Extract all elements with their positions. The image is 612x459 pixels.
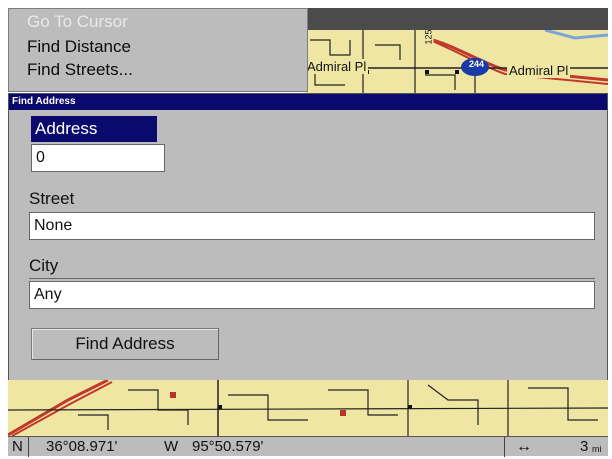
city-divider [29,278,595,279]
gps-screen: Admiral Pl Admiral Pl 244 125 Go To Curs… [0,0,612,459]
street-map-graphic [8,380,608,436]
street-input[interactable]: None [29,212,595,240]
scale-unit: mi [592,444,602,454]
scale-value: 3 [580,438,589,455]
menu-item-find-distance[interactable]: Find Distance [27,37,131,57]
map-street-label: Admiral Pl [305,59,369,74]
find-address-button[interactable]: Find Address [31,328,219,360]
status-bar: N 36°08.971' W 95°50.579' ↔ 3 mi [8,436,608,457]
dialog-title: Find Address [9,94,607,110]
street-label: Street [29,189,75,208]
map-area-bottom[interactable] [8,380,608,436]
status-divider [504,437,505,457]
status-divider [28,437,29,457]
road-number-label: 125 [423,29,434,47]
city-label: City [29,256,59,275]
address-input[interactable]: 0 [31,144,165,172]
longitude-value: 95°50.579' [192,438,264,455]
map-street-label: Admiral Pl [507,63,571,78]
map-area-top[interactable]: Admiral Pl Admiral Pl 244 125 [305,8,608,95]
latitude-value: 36°08.971' [46,438,118,455]
menu-item-go-to-cursor[interactable]: Go To Cursor [27,12,128,32]
map-context-menu: Go To Cursor Find Distance Find Streets.… [8,8,308,92]
route-shield-label: 244 [469,59,485,69]
horizontal-arrow-icon: ↔ [516,438,532,455]
city-input[interactable]: Any [29,281,595,309]
latitude-hemisphere: N [12,438,23,455]
find-address-dialog: Find Address Address 0 Street None City … [8,93,608,381]
menu-item-find-streets[interactable]: Find Streets... [27,60,133,80]
longitude-hemisphere: W [164,438,179,455]
address-label: Address [31,116,157,142]
